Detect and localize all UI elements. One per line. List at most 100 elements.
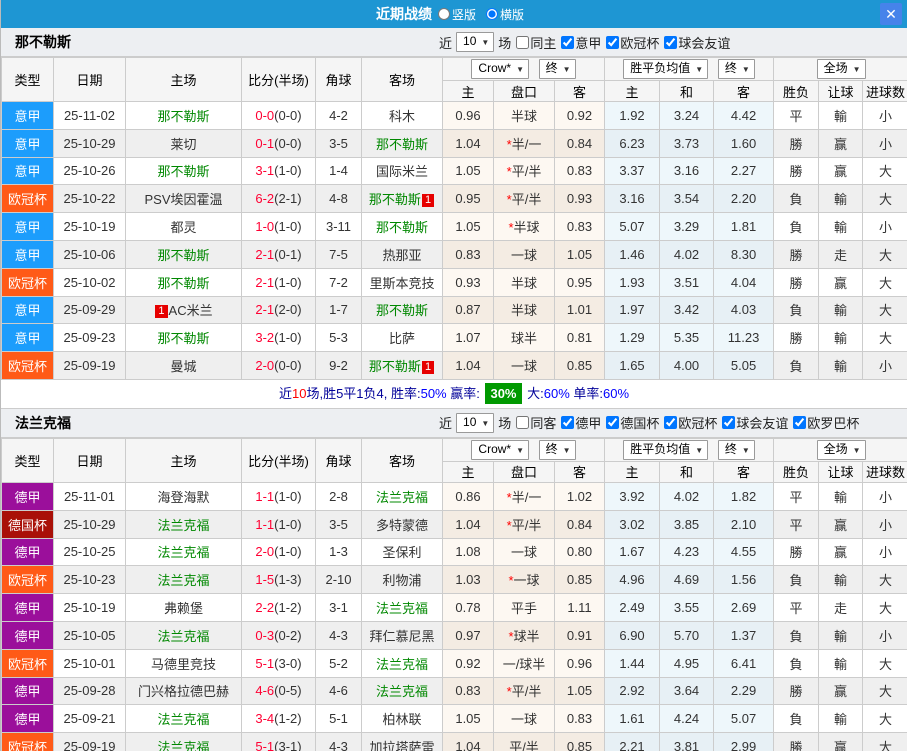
- same-venue-filter[interactable]: 同客: [513, 413, 556, 432]
- match-row: 意甲 25-10-06 那不勒斯 2-1(0-1) 7-5 热那亚 0.83 一球 1.05 1.…: [1, 239, 907, 269]
- league-filter-欧冠杯[interactable]: 欧冠杯: [661, 413, 717, 432]
- away-team: 那不勒斯: [361, 212, 443, 241]
- away-team: 里斯本竞技: [361, 267, 443, 297]
- radio-horizontal-layout[interactable]: 横版: [486, 6, 524, 23]
- match-date: 25-09-29: [53, 295, 126, 325]
- corners: 7-5: [315, 239, 362, 269]
- match-row: 意甲 25-10-26 那不勒斯 3-1(1-0) 1-4 国际米兰 1.05 *平/半 0.8…: [1, 156, 907, 186]
- filter-checkbox[interactable]: [664, 35, 678, 49]
- handicap-result: 輸: [818, 481, 864, 511]
- sub-handicap-result: 让球: [818, 460, 864, 483]
- home-team: 莱切: [125, 128, 242, 158]
- league-filter-欧冠杯[interactable]: 欧冠杯: [603, 33, 659, 52]
- score: 1-5(1-3): [241, 565, 316, 595]
- filter-label: 球会友谊: [678, 35, 731, 51]
- league-badge: 欧冠杯: [1, 351, 54, 380]
- league-filter-德甲[interactable]: 德甲: [558, 413, 601, 432]
- bookmaker-select[interactable]: Crow* ▼: [471, 59, 530, 79]
- filter-checkbox[interactable]: [561, 416, 575, 430]
- avg-draw-odds: 3.64: [659, 676, 715, 706]
- handicap-result: 輸: [818, 101, 864, 130]
- away-team: 那不勒斯 1: [361, 184, 443, 214]
- asian-handicap: *平/半: [493, 509, 555, 539]
- red-card-badge: 1: [155, 305, 168, 319]
- match-date: 25-10-22: [53, 184, 126, 214]
- sub-away-odds: 客: [553, 80, 606, 102]
- odds-stage-select[interactable]: 终 ▼: [538, 59, 576, 79]
- home-team: 法兰克福: [125, 620, 242, 650]
- score: 3-1(1-0): [241, 156, 316, 186]
- same-venue-filter[interactable]: 同主: [513, 33, 556, 52]
- goals-result: 小: [862, 620, 907, 650]
- score: 2-1(1-0): [241, 267, 316, 297]
- avg-stage-select[interactable]: 终 ▼: [717, 439, 755, 460]
- match-count-select[interactable]: 10 ▼: [456, 412, 495, 433]
- filter-bar: 近 10 ▼ 场 同主 意甲 欧冠杯 球会友谊: [439, 28, 730, 56]
- chevron-down-icon: ▼: [481, 38, 490, 47]
- home-team: 那不勒斯: [125, 156, 242, 186]
- asian-home-odds: 0.96: [442, 101, 494, 130]
- goals-result: 大: [862, 593, 907, 622]
- odds-stage-select[interactable]: 终 ▼: [538, 439, 576, 460]
- match-date: 25-10-06: [53, 239, 126, 269]
- match-row: 德甲 25-09-28 门兴格拉德巴赫 4-6(0-5) 4-6 法兰克福 0.83 *平/半…: [1, 676, 907, 706]
- avg-draw-odds: 4.02: [659, 481, 715, 511]
- filter-checkbox[interactable]: [606, 35, 620, 49]
- radio-vertical-label: 竖版: [451, 7, 476, 22]
- avg-away-odds: 8.30: [713, 239, 775, 269]
- radio-vertical-input[interactable]: [437, 8, 450, 20]
- match-row: 德国杯 25-10-29 法兰克福 1-1(1-0) 3-5 多特蒙德 1.04 *平/半 0.…: [1, 509, 907, 539]
- league-filter-group: 同客 德甲 德国杯 欧冠杯 球会友谊 欧罗巴杯: [511, 413, 859, 432]
- scope-select[interactable]: 全场 ▼: [816, 59, 866, 79]
- outcome-result: 負: [773, 295, 820, 325]
- chevron-down-icon: ▼: [741, 65, 750, 74]
- league-badge: 欧冠杯: [1, 648, 54, 678]
- corners: 1-4: [315, 156, 362, 186]
- match-date: 25-09-19: [53, 351, 126, 380]
- corners: 1-3: [315, 537, 362, 567]
- league-filter-德国杯[interactable]: 德国杯: [603, 413, 659, 432]
- bookmaker-select[interactable]: Crow* ▼: [471, 439, 530, 460]
- avg-select[interactable]: 胜平负均值 ▼: [623, 439, 709, 460]
- corners: 3-5: [315, 128, 362, 158]
- filter-checkbox[interactable]: [516, 35, 530, 49]
- filter-checkbox[interactable]: [606, 416, 620, 430]
- filter-checkbox[interactable]: [561, 35, 575, 49]
- avg-home-odds: 1.93: [604, 267, 661, 297]
- corners: 3-5: [315, 509, 362, 539]
- filter-checkbox[interactable]: [722, 416, 736, 430]
- radio-horizontal-input[interactable]: [486, 8, 498, 20]
- col-date: 日期: [53, 437, 126, 483]
- matches-label: 场: [498, 416, 512, 432]
- league-filter-意甲[interactable]: 意甲: [558, 33, 601, 52]
- sub-handicap-result: 让球: [818, 80, 864, 102]
- filter-checkbox[interactable]: [516, 416, 530, 430]
- league-filter-球会友谊[interactable]: 球会友谊: [719, 413, 788, 432]
- league-filter-球会友谊[interactable]: 球会友谊: [661, 33, 730, 52]
- filter-checkbox[interactable]: [793, 416, 807, 430]
- avg-stage-select[interactable]: 终 ▼: [717, 59, 755, 79]
- score: 3-2(1-0): [241, 323, 316, 353]
- asian-away-odds: 0.96: [553, 648, 606, 678]
- col-corner: 角球: [315, 57, 362, 102]
- goals-result: 大: [862, 295, 907, 325]
- avg-away-odds: 2.10: [713, 509, 775, 539]
- avg-select[interactable]: 胜平负均值 ▼: [623, 59, 709, 79]
- radio-vertical-layout[interactable]: 竖版: [437, 6, 476, 23]
- asian-away-odds: 0.81: [553, 323, 606, 353]
- match-count-select[interactable]: 10 ▼: [456, 32, 495, 52]
- goals-result: 大: [862, 704, 907, 734]
- radio-horizontal-label: 横版: [500, 7, 525, 22]
- avg-draw-odds: 3.51: [659, 267, 715, 297]
- sub-outcome: 胜负: [773, 460, 820, 483]
- scope-select[interactable]: 全场 ▼: [816, 439, 866, 460]
- handicap-result: 輸: [818, 620, 864, 650]
- filter-checkbox[interactable]: [664, 416, 678, 430]
- chevron-down-icon: ▼: [516, 445, 525, 455]
- league-filter-欧罗巴杯[interactable]: 欧罗巴杯: [790, 413, 859, 432]
- away-team: 国际米兰: [361, 156, 443, 186]
- close-button[interactable]: ✕: [880, 3, 902, 25]
- score: 6-2(2-1): [241, 184, 316, 214]
- away-team: 法兰克福: [361, 481, 443, 511]
- asian-handicap: 一球: [493, 704, 555, 734]
